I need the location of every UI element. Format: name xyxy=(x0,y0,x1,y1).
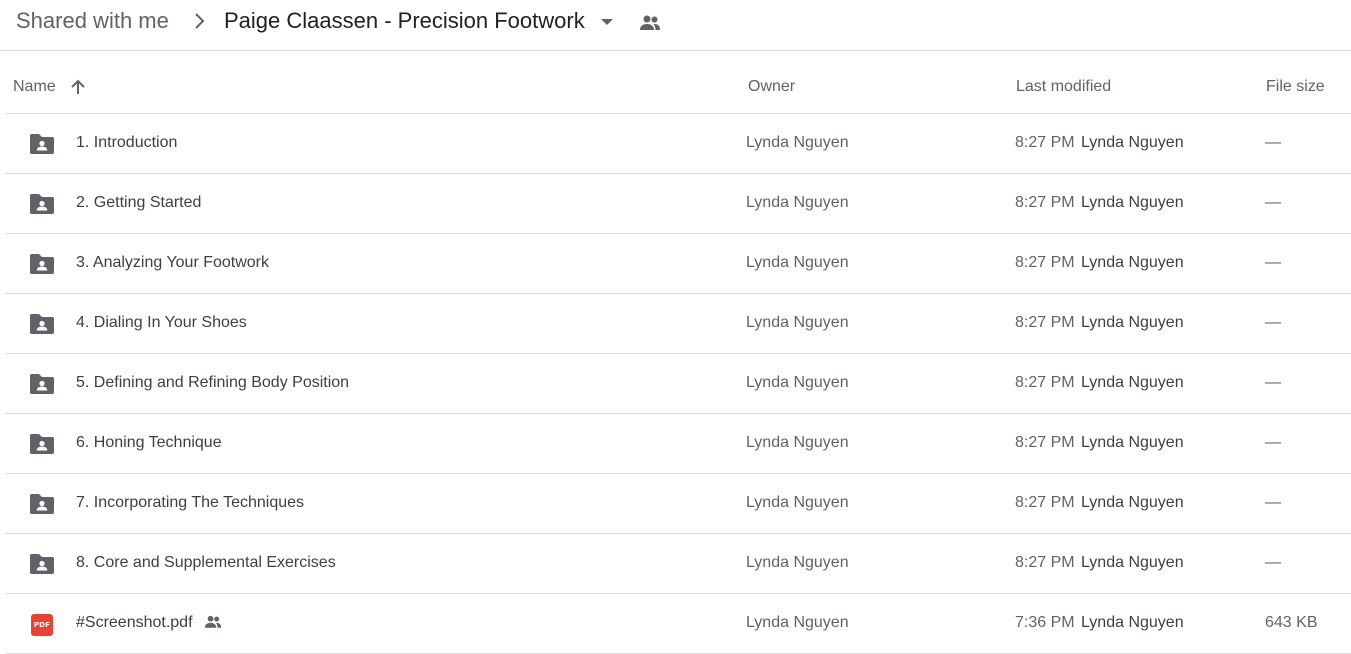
pdf-file-icon: PDF xyxy=(31,614,53,636)
file-size: — xyxy=(1265,554,1281,571)
file-modified-by: Lynda Nguyen xyxy=(1081,614,1184,631)
file-modified-by: Lynda Nguyen xyxy=(1081,494,1184,511)
file-size: — xyxy=(1265,374,1281,391)
breadcrumb-shared-with-me[interactable]: Shared with me xyxy=(16,7,169,35)
file-owner: Lynda Nguyen xyxy=(746,254,849,271)
column-header-owner: Owner xyxy=(748,78,796,95)
file-size: — xyxy=(1265,494,1281,511)
column-header-file-size: File size xyxy=(1266,78,1325,95)
file-modified-time: 8:27 PM xyxy=(1015,254,1075,271)
file-modified-by: Lynda Nguyen xyxy=(1081,434,1184,451)
sort-ascending-arrow-icon[interactable] xyxy=(69,78,87,96)
file-owner: Lynda Nguyen xyxy=(746,374,849,391)
file-modified-by: Lynda Nguyen xyxy=(1081,374,1184,391)
file-modified-time: 8:27 PM xyxy=(1015,494,1075,511)
file-name: 4. Dialing In Your Shoes xyxy=(76,314,247,331)
file-modified-time: 8:27 PM xyxy=(1015,194,1075,211)
file-owner: Lynda Nguyen xyxy=(746,314,849,331)
file-name: 5. Defining and Refining Body Position xyxy=(76,374,350,391)
breadcrumb: Shared with me Paige Claassen - Precisio… xyxy=(0,0,1351,51)
shared-folder-icon xyxy=(28,192,56,216)
file-row[interactable]: 2. Getting Started Lynda Nguyen 8:27 PM Lyn… xyxy=(5,174,1351,234)
file-owner: Lynda Nguyen xyxy=(746,494,849,511)
file-modified-time: 8:27 PM xyxy=(1015,134,1075,151)
file-owner: Lynda Nguyen xyxy=(746,194,849,211)
file-size: — xyxy=(1265,254,1281,271)
file-modified-time: 8:27 PM xyxy=(1015,554,1075,571)
breadcrumb-current-folder[interactable]: Paige Claassen - Precision Footwork xyxy=(224,7,585,35)
file-row[interactable]: 6. Honing Technique Lynda Nguyen 8:27 PM Ly… xyxy=(5,414,1351,474)
shared-folder-icon xyxy=(28,552,56,576)
shared-folder-icon xyxy=(28,492,56,516)
file-row[interactable]: 7. Incorporating The Techniques Lynda Ngu… xyxy=(5,474,1351,534)
file-owner: Lynda Nguyen xyxy=(746,614,849,631)
file-name: 7. Incorporating The Techniques xyxy=(76,494,305,511)
shared-people-icon xyxy=(640,15,660,30)
file-name: #Screenshot.pdf xyxy=(76,614,193,631)
shared-folder-icon xyxy=(28,312,56,336)
file-modified-time: 8:27 PM xyxy=(1015,374,1075,391)
column-header-name[interactable]: Name xyxy=(13,78,56,96)
file-name: 2. Getting Started xyxy=(76,194,202,211)
file-size: — xyxy=(1265,314,1281,331)
file-owner: Lynda Nguyen xyxy=(746,134,849,151)
caret-down-icon[interactable] xyxy=(598,15,616,29)
file-modified-time: 7:36 PM xyxy=(1015,614,1075,631)
shared-folder-icon xyxy=(28,432,56,456)
shared-folder-icon xyxy=(28,252,56,276)
file-modified-by: Lynda Nguyen xyxy=(1081,554,1184,571)
shared-folder-icon xyxy=(28,132,56,156)
file-size: — xyxy=(1265,194,1281,211)
file-name: 3. Analyzing Your Footwork xyxy=(76,254,270,271)
file-name: 8. Core and Supplemental Exercises xyxy=(76,554,336,571)
file-modified-by: Lynda Nguyen xyxy=(1081,314,1184,331)
file-row[interactable]: 3. Analyzing Your Footwork Lynda Nguyen 8:… xyxy=(5,234,1351,294)
column-header-row: Name Owner Last modified File size xyxy=(5,51,1351,114)
file-name: 6. Honing Technique xyxy=(76,434,222,451)
file-modified-time: 8:27 PM xyxy=(1015,314,1075,331)
shared-folder-icon xyxy=(28,372,56,396)
file-size: 643 KB xyxy=(1265,614,1318,631)
file-list: 1. Introduction Lynda Nguyen 8:27 PM Lynda … xyxy=(5,114,1351,654)
shared-people-icon xyxy=(202,613,224,631)
file-row[interactable]: 8. Core and Supplemental Exercises Lynda … xyxy=(5,534,1351,594)
file-owner: Lynda Nguyen xyxy=(746,434,849,451)
file-name: 1. Introduction xyxy=(76,134,178,151)
file-owner: Lynda Nguyen xyxy=(746,554,849,571)
file-row[interactable]: 4. Dialing In Your Shoes Lynda Nguyen 8:27… xyxy=(5,294,1351,354)
chevron-right-icon xyxy=(195,13,205,29)
file-row[interactable]: PDF #Screenshot.pdf Lynda Nguyen 7:36 PM Lyn… xyxy=(5,594,1351,654)
file-size: — xyxy=(1265,134,1281,151)
file-size: — xyxy=(1265,434,1281,451)
file-modified-time: 8:27 PM xyxy=(1015,434,1075,451)
file-row[interactable]: 5. Defining and Refining Body Position Ly… xyxy=(5,354,1351,414)
file-modified-by: Lynda Nguyen xyxy=(1081,254,1184,271)
file-row[interactable]: 1. Introduction Lynda Nguyen 8:27 PM Lynda … xyxy=(5,114,1351,174)
file-modified-by: Lynda Nguyen xyxy=(1081,194,1184,211)
file-modified-by: Lynda Nguyen xyxy=(1081,134,1184,151)
column-header-last-modified[interactable]: Last modified xyxy=(1016,78,1111,96)
